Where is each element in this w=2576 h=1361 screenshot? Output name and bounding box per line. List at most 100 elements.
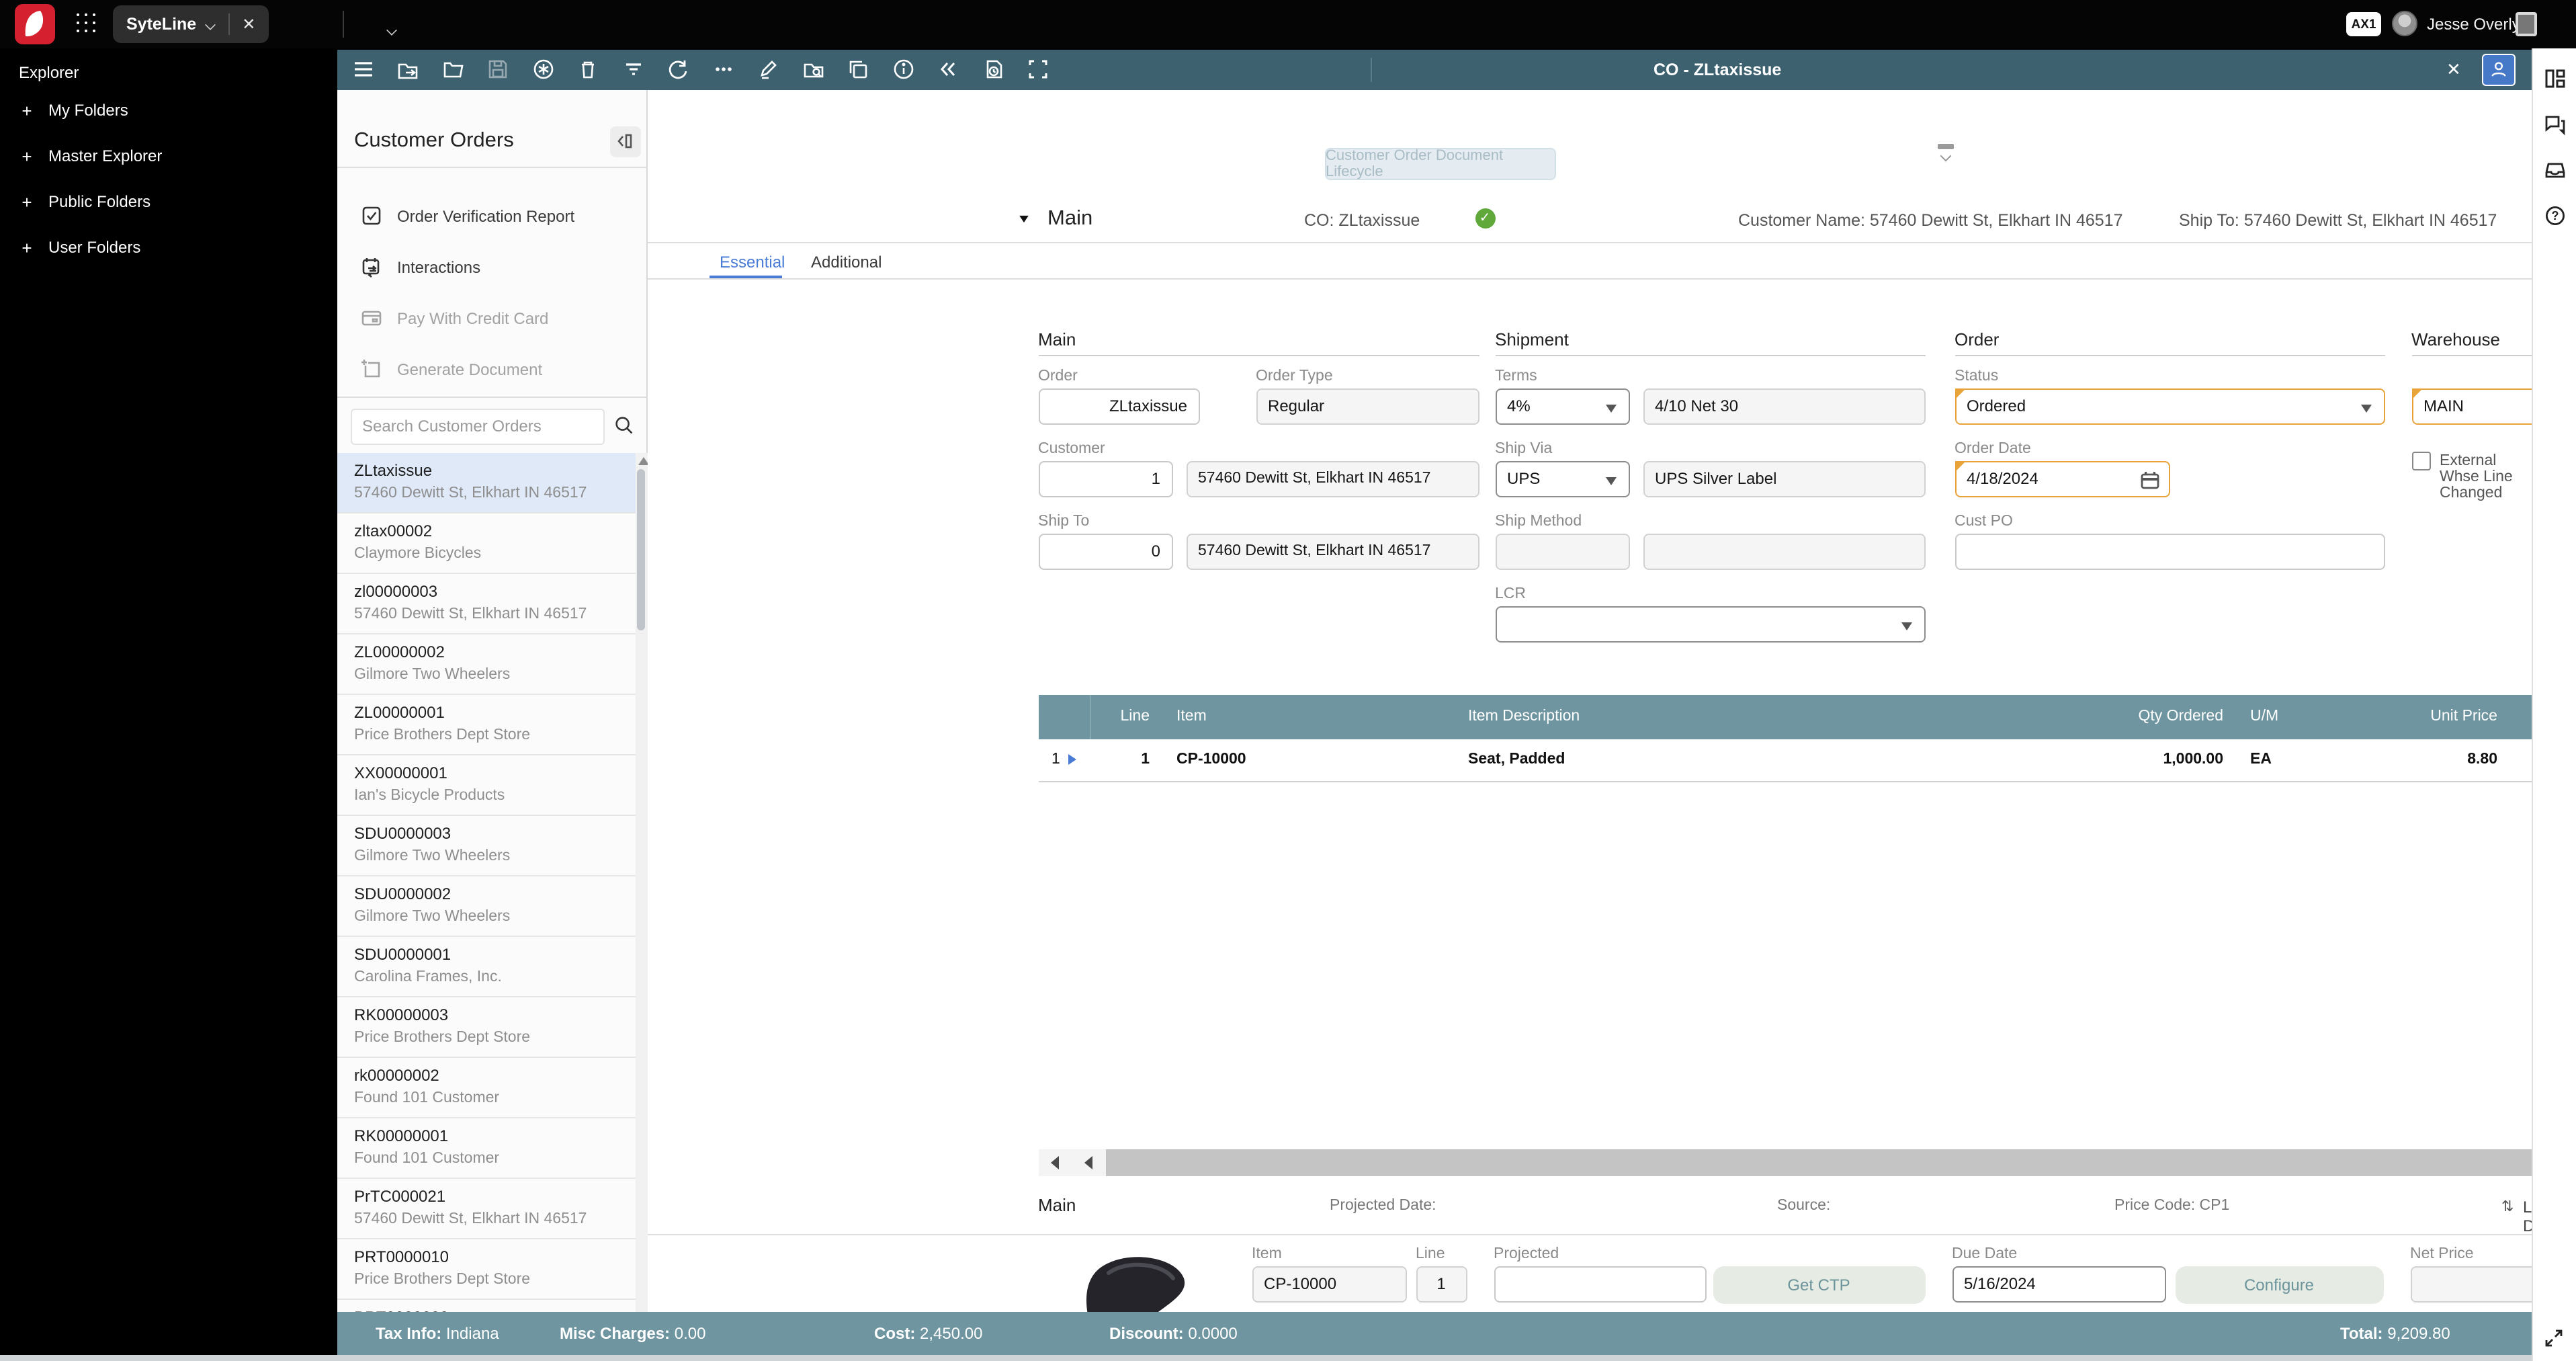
- sidebar-item-my-folders[interactable]: + My Folders: [0, 94, 336, 126]
- tab-essential[interactable]: Essential: [720, 252, 785, 271]
- window-close-icon[interactable]: ✕: [2446, 58, 2461, 80]
- cell-qty-ordered[interactable]: 1,000.00: [2049, 751, 2237, 768]
- tab-syteline[interactable]: SyteLine ✕: [113, 5, 269, 43]
- col-item[interactable]: Item: [1163, 708, 1455, 725]
- new-tab-chevron-icon[interactable]: [387, 24, 398, 35]
- more-actions-icon[interactable]: [712, 58, 734, 81]
- layout-panels-icon[interactable]: [2544, 67, 2567, 90]
- open-icon[interactable]: [441, 58, 464, 81]
- fullscreen-icon[interactable]: [1027, 58, 1049, 81]
- expand-plus-icon[interactable]: +: [19, 100, 35, 120]
- ship-via-description-field[interactable]: UPS Silver Label: [1643, 460, 1925, 497]
- list-item[interactable]: zl0000000357460 Dewitt St, Elkhart IN 46…: [337, 573, 635, 634]
- list-item[interactable]: SDU0000002Gilmore Two Wheelers: [337, 876, 635, 936]
- status-dropdown[interactable]: Ordered: [1955, 388, 2385, 424]
- history-icon[interactable]: [982, 58, 1004, 81]
- list-item[interactable]: zltax00002Claymore Bicycles: [337, 513, 635, 573]
- user-avatar[interactable]: [2392, 11, 2417, 36]
- col-unit-price[interactable]: Unit Price: [2308, 708, 2511, 725]
- list-item[interactable]: PRT0000010Price Brothers Dept Store: [337, 1239, 635, 1299]
- sidebar-item-master-explorer[interactable]: + Master Explorer: [0, 140, 336, 172]
- customer-number-field[interactable]: 1: [1038, 460, 1172, 497]
- customer-name-field[interactable]: 57460 Dewitt St, Elkhart IN 46517: [1186, 460, 1479, 497]
- cell-item[interactable]: CP-10000: [1163, 751, 1455, 768]
- sidebar-item-public-folders[interactable]: + Public Folders: [0, 185, 336, 218]
- scroll-left-button[interactable]: [1038, 1149, 1072, 1176]
- cell-line[interactable]: 1: [1089, 751, 1163, 768]
- save-icon[interactable]: [486, 58, 509, 81]
- user-mode-button[interactable]: [2481, 53, 2515, 85]
- expand-icon[interactable]: [2544, 1328, 2564, 1348]
- order-date-field[interactable]: 4/18/2024: [1955, 460, 2170, 497]
- expand-plus-icon[interactable]: +: [19, 192, 35, 212]
- detail-line-field[interactable]: 1: [1416, 1266, 1467, 1302]
- find-record-icon[interactable]: [802, 58, 824, 81]
- scroll-left-button[interactable]: [1072, 1149, 1105, 1176]
- ship-via-dropdown[interactable]: UPS: [1495, 460, 1629, 497]
- ship-to-number-field[interactable]: 0: [1038, 533, 1172, 569]
- panel-action-order-verification-report[interactable]: Order Verification Report: [337, 190, 647, 241]
- list-item[interactable]: SDU0000003Gilmore Two Wheelers: [337, 815, 635, 876]
- order-field[interactable]: ZLtaxissue: [1038, 388, 1199, 424]
- collapse-handle-icon[interactable]: [1934, 143, 1956, 159]
- notes-icon[interactable]: [531, 58, 554, 81]
- search-input[interactable]: [350, 408, 604, 444]
- terms-dropdown[interactable]: 4%: [1495, 388, 1629, 424]
- expand-plus-icon[interactable]: +: [19, 237, 35, 257]
- list-item[interactable]: SDU0000001Carolina Frames, Inc.: [337, 936, 635, 997]
- horizontal-scrollbar-thumb[interactable]: [1105, 1149, 2576, 1176]
- list-item[interactable]: RK00000003Price Brothers Dept Store: [337, 997, 635, 1057]
- ship-to-name-field[interactable]: 57460 Dewitt St, Elkhart IN 46517: [1186, 533, 1479, 569]
- filter-icon[interactable]: [621, 58, 644, 81]
- help-icon[interactable]: ?: [2544, 204, 2567, 227]
- tab-additional[interactable]: Additional: [811, 252, 882, 271]
- calendar-icon[interactable]: [2140, 470, 2159, 489]
- col-qty-ordered[interactable]: Qty Ordered: [2049, 708, 2237, 725]
- ship-method-description-field[interactable]: [1643, 533, 1925, 569]
- list-item[interactable]: ZL00000001Price Brothers Dept Store: [337, 694, 635, 755]
- list-item[interactable]: ZL00000002Gilmore Two Wheelers: [337, 634, 635, 694]
- col-item-description[interactable]: Item Description: [1455, 708, 2049, 725]
- grid-row[interactable]: 1 1 CP-10000 Seat, Padded 1,000.00 EA 8.…: [1038, 739, 2576, 782]
- sidebar-item-user-folders[interactable]: + User Folders: [0, 231, 336, 263]
- list-item[interactable]: ZLtaxissue57460 Dewitt St, Elkhart IN 46…: [337, 452, 635, 513]
- list-item[interactable]: XX00000001Ian's Bicycle Products: [337, 755, 635, 815]
- detail-item-field[interactable]: CP-10000: [1252, 1266, 1406, 1302]
- lcr-dropdown[interactable]: [1495, 606, 1925, 642]
- cell-item-description[interactable]: Seat, Padded: [1455, 751, 2049, 768]
- col-um[interactable]: U/M: [2237, 708, 2308, 725]
- copy-icon[interactable]: [847, 58, 869, 81]
- cust-po-field[interactable]: [1955, 533, 2385, 569]
- collapse-left-icon[interactable]: [937, 58, 959, 81]
- horizontal-scrollbar[interactable]: [1038, 1149, 2576, 1176]
- ship-method-field[interactable]: [1495, 533, 1629, 569]
- chat-icon[interactable]: [2544, 113, 2567, 136]
- menu-icon[interactable]: [351, 58, 374, 81]
- due-date-field[interactable]: 5/16/2024: [1952, 1266, 2165, 1302]
- edit-icon[interactable]: [757, 58, 779, 81]
- order-type-field[interactable]: Regular: [1256, 388, 1479, 424]
- cell-um[interactable]: EA: [2237, 751, 2308, 768]
- list-scrollbar-thumb[interactable]: [637, 468, 645, 630]
- right-panel-toggle-icon[interactable]: [2516, 12, 2537, 36]
- section-collapse-icon[interactable]: [1019, 215, 1028, 222]
- list-item[interactable]: rk00000002Found 101 Customer: [337, 1057, 635, 1118]
- search-icon[interactable]: [613, 415, 634, 435]
- refresh-icon[interactable]: [667, 58, 689, 81]
- inbox-icon[interactable]: [2544, 159, 2567, 181]
- info-icon[interactable]: [892, 58, 914, 81]
- panel-collapse-button[interactable]: [609, 126, 640, 157]
- tab-chevron-down-icon[interactable]: [206, 19, 216, 30]
- line-details-sort-icon[interactable]: ⇅: [2501, 1197, 2514, 1214]
- detail-projected-field[interactable]: [1494, 1266, 1706, 1302]
- terms-description-field[interactable]: 4/10 Net 30: [1643, 388, 1925, 424]
- infor-logo[interactable]: [15, 4, 55, 44]
- list-item[interactable]: PrTC00002157460 Dewitt St, Elkhart IN 46…: [337, 1178, 635, 1239]
- cell-unit-price[interactable]: 8.80: [2308, 751, 2511, 768]
- delete-icon[interactable]: [576, 58, 599, 81]
- expand-plus-icon[interactable]: +: [19, 146, 35, 166]
- app-switcher-icon[interactable]: [75, 12, 99, 36]
- col-line[interactable]: Line: [1089, 708, 1163, 725]
- panel-action-interactions[interactable]: Interactions: [337, 241, 647, 292]
- list-item[interactable]: RK00000001Found 101 Customer: [337, 1118, 635, 1178]
